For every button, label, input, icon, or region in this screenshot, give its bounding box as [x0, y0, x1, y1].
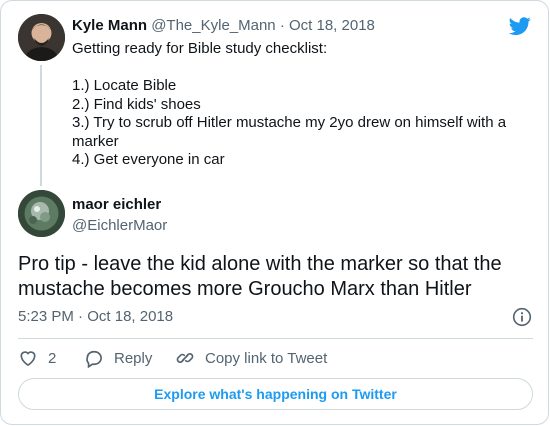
parent-line-blank [72, 59, 522, 78]
twitter-bird-icon[interactable] [507, 15, 533, 37]
main-separator: · [73, 308, 88, 325]
parent-line-intro: Getting ready for Bible study checklist: [72, 40, 328, 57]
parent-separator: · [275, 17, 289, 34]
tweet-embed-card: Kyle Mann @The_Kyle_Mann · Oct 18, 2018 … [0, 0, 549, 425]
thread-connector-line [40, 65, 42, 186]
main-author-name[interactable]: maor eichler [72, 196, 161, 213]
copy-link-label: Copy link to Tweet [205, 349, 328, 367]
parent-line-item-1: 1.) Locate Bible [72, 77, 177, 94]
like-count: 2 [48, 349, 57, 367]
parent-tweet-header: Kyle Mann @The_Kyle_Mann · Oct 18, 2018 [72, 17, 375, 34]
parent-line-item-3: 3.) Try to scrub off Hitler mustache my … [72, 114, 507, 150]
main-tweet-date[interactable]: Oct 18, 2018 [87, 308, 173, 325]
avatar-maor-eichler[interactable] [18, 190, 65, 237]
copy-link-button[interactable]: Copy link to Tweet [175, 346, 327, 370]
parent-line-item-4: 4.) Get everyone in car [72, 151, 225, 168]
main-tweet-timestamp[interactable]: 5:23 PM · Oct 18, 2018 [18, 308, 173, 325]
main-tweet-text: Pro tip - leave the kid alone with the m… [18, 253, 502, 300]
info-icon[interactable] [512, 307, 532, 327]
explore-twitter-button[interactable]: Explore what's happening on Twitter [18, 378, 533, 410]
main-tweet-time[interactable]: 5:23 PM [18, 308, 74, 325]
parent-tweet-text: Getting ready for Bible study checklist:… [72, 40, 522, 170]
heart-icon [20, 351, 36, 367]
parent-author-name[interactable]: Kyle Mann [72, 17, 147, 34]
parent-author-handle[interactable]: @The_Kyle_Mann [151, 17, 275, 34]
reply-bubble-icon [86, 350, 102, 368]
link-icon [176, 353, 194, 363]
reply-button[interactable]: Reply [84, 346, 152, 370]
actions-divider [18, 338, 533, 339]
avatar-kyle-mann[interactable] [18, 14, 65, 61]
reply-label: Reply [114, 349, 153, 367]
parent-tweet-date[interactable]: Oct 18, 2018 [289, 17, 375, 34]
parent-line-item-2: 2.) Find kids' shoes [72, 95, 201, 113]
like-button[interactable]: 2 [18, 346, 56, 370]
main-author-handle[interactable]: @EichlerMaor [72, 217, 167, 234]
